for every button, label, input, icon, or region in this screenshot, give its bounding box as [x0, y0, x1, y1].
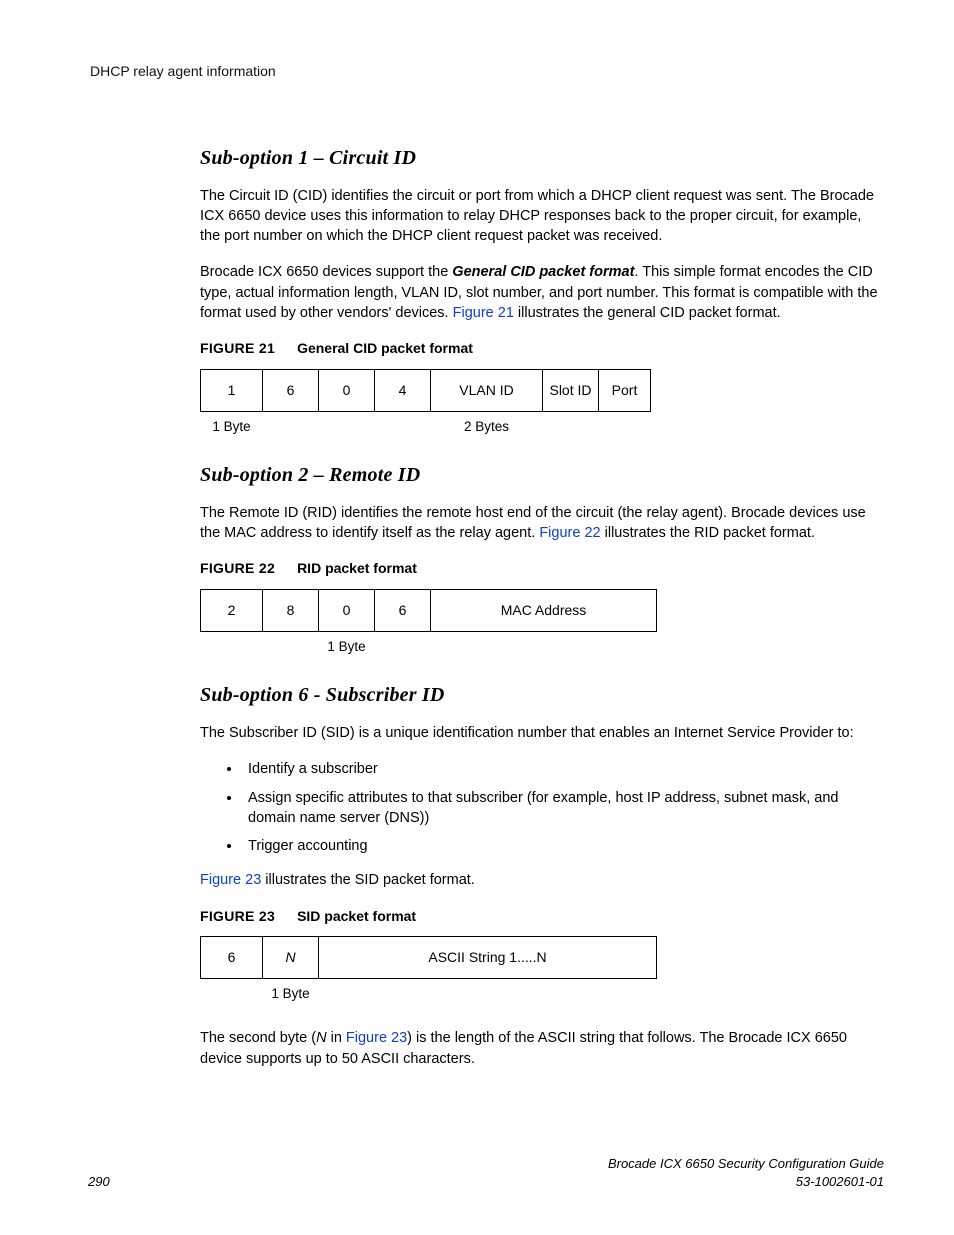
rid-cell-0: 0 [319, 590, 375, 632]
rid-cell-type: 2 [201, 590, 263, 632]
figure-23-diagram: 6 N ASCII String 1.....N 1 Byte [200, 936, 884, 1004]
sid-bullets: Identify a subscriber Assign specific at… [200, 759, 884, 856]
rid-cell-6: 6 [375, 590, 431, 632]
link-figure-23-inline[interactable]: Figure 23 [346, 1030, 407, 1046]
bold-term-general-cid: General CID packet format [452, 264, 634, 280]
para-cid-intro: The Circuit ID (CID) identifies the circ… [200, 186, 884, 247]
text: illustrates the general CID packet forma… [514, 305, 781, 321]
text: Brocade ICX 6650 devices support the [200, 264, 452, 280]
figure-label: FIGURE 21 [200, 340, 275, 356]
figure-label: FIGURE 23 [200, 908, 275, 924]
para-sid-intro: The Subscriber ID (SID) is a unique iden… [200, 723, 884, 743]
rid-cell-len: 8 [263, 590, 319, 632]
link-figure-21[interactable]: Figure 21 [453, 305, 514, 321]
text: in [327, 1030, 346, 1046]
list-item: Assign specific attributes to that subsc… [242, 788, 884, 829]
n-var: N [316, 1030, 326, 1046]
doc-title: Brocade ICX 6650 Security Configuration … [608, 1155, 884, 1173]
cid-cell-len: 6 [263, 369, 319, 411]
link-figure-22[interactable]: Figure 22 [539, 525, 600, 541]
rid-under-1byte: 1 Byte [319, 632, 375, 657]
para-sid-second-byte: The second byte (N in Figure 23) is the … [200, 1028, 884, 1069]
para-cid-format: Brocade ICX 6650 devices support the Gen… [200, 262, 884, 323]
cid-under-1byte: 1 Byte [201, 411, 263, 436]
para-sid-figref: Figure 23 illustrates the SID packet for… [200, 870, 884, 890]
figure-22-diagram: 2 8 0 6 MAC Address 1 Byte [200, 589, 884, 657]
sid-cell-n: N [263, 937, 319, 979]
heading-suboption-1: Sub-option 1 – Circuit ID [200, 144, 884, 172]
doc-number: 53-1002601-01 [608, 1173, 884, 1191]
cid-cell-4: 4 [375, 369, 431, 411]
figure-title: General CID packet format [297, 340, 473, 356]
cid-under-2bytes: 2 Bytes [431, 411, 543, 436]
figure-21-caption: FIGURE 21 General CID packet format [200, 339, 884, 359]
heading-suboption-2: Sub-option 2 – Remote ID [200, 461, 884, 489]
sid-cell-ascii: ASCII String 1.....N [319, 937, 657, 979]
text: illustrates the RID packet format. [601, 525, 815, 541]
sid-under-1byte: 1 Byte [263, 979, 319, 1004]
figure-title: SID packet format [297, 908, 416, 924]
sid-cell-type: 6 [201, 937, 263, 979]
page: DHCP relay agent information Sub-option … [0, 0, 954, 1235]
cid-cell-type: 1 [201, 369, 263, 411]
figure-22-caption: FIGURE 22 RID packet format [200, 559, 884, 579]
text: illustrates the SID packet format. [261, 872, 475, 888]
rid-packet-table: 2 8 0 6 MAC Address 1 Byte [200, 589, 657, 657]
doc-id: Brocade ICX 6650 Security Configuration … [608, 1155, 884, 1191]
list-item: Trigger accounting [242, 836, 884, 856]
cid-cell-vlan-id: VLAN ID [431, 369, 543, 411]
cid-cell-slot-id: Slot ID [543, 369, 599, 411]
figure-23-caption: FIGURE 23 SID packet format [200, 907, 884, 927]
figure-21-diagram: 1 6 0 4 VLAN ID Slot ID Port 1 Byte 2 By… [200, 369, 884, 437]
figure-label: FIGURE 22 [200, 560, 275, 576]
page-footer: 290 Brocade ICX 6650 Security Configurat… [88, 1155, 884, 1191]
sid-packet-table: 6 N ASCII String 1.....N 1 Byte [200, 936, 657, 1004]
heading-suboption-6: Sub-option 6 - Subscriber ID [200, 681, 884, 709]
para-rid: The Remote ID (RID) identifies the remot… [200, 503, 884, 544]
cid-cell-0: 0 [319, 369, 375, 411]
cid-packet-table: 1 6 0 4 VLAN ID Slot ID Port 1 Byte 2 By… [200, 369, 651, 437]
cid-cell-port: Port [599, 369, 651, 411]
list-item: Identify a subscriber [242, 759, 884, 779]
text: The second byte ( [200, 1030, 316, 1046]
main-content: Sub-option 1 – Circuit ID The Circuit ID… [200, 144, 884, 1069]
rid-cell-mac: MAC Address [431, 590, 657, 632]
running-header: DHCP relay agent information [90, 62, 884, 82]
link-figure-23[interactable]: Figure 23 [200, 872, 261, 888]
page-number: 290 [88, 1173, 110, 1191]
figure-title: RID packet format [297, 560, 417, 576]
